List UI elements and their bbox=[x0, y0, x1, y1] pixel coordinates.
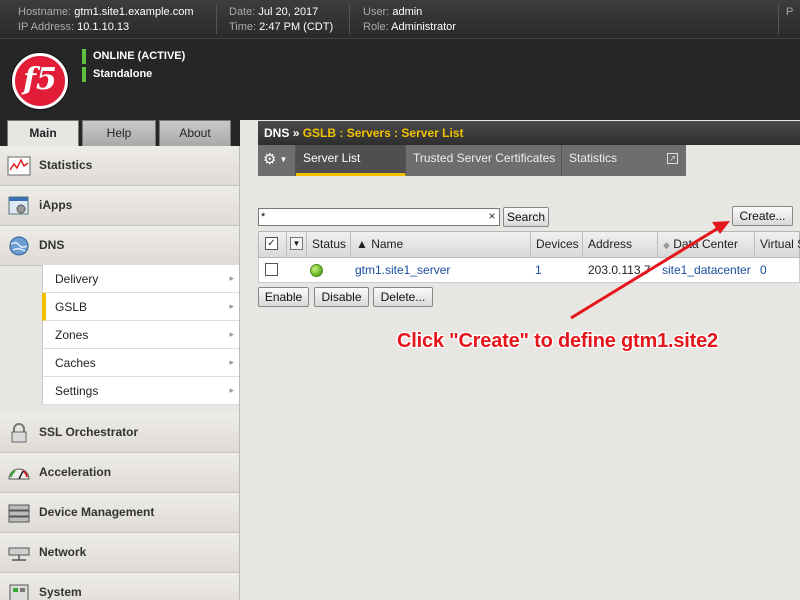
tab-statistics[interactable]: Statistics ↗ bbox=[562, 145, 686, 176]
section-tabs: ⚙ ▼ Server List Trusted Server Certificat… bbox=[258, 145, 686, 176]
nav-item-iapps[interactable]: iApps bbox=[0, 186, 239, 226]
sidebar-item-gslb[interactable]: GSLB ▸ bbox=[42, 293, 239, 321]
status-available-icon bbox=[310, 264, 323, 277]
column-virtual-servers[interactable]: Virtual S bbox=[755, 232, 800, 257]
system-icon bbox=[9, 584, 29, 600]
nav-item-acceleration[interactable]: Acceleration bbox=[0, 453, 239, 493]
divider bbox=[778, 4, 779, 34]
column-name[interactable]: ▲ Name bbox=[351, 232, 531, 257]
select-all-checkbox[interactable]: ✓ bbox=[265, 237, 278, 250]
device-status: ONLINE (ACTIVE) bbox=[82, 49, 185, 64]
date-value: Jul 20, 2017 bbox=[258, 6, 319, 18]
main-navigation: Statistics iApps DNS Delivery ▸ GSLB ▸ Zon… bbox=[0, 146, 240, 600]
select-all-cell: ✓ bbox=[259, 232, 287, 257]
lock-icon bbox=[11, 423, 27, 443]
iapps-icon bbox=[8, 196, 29, 215]
ip-address-value: 10.1.10.13 bbox=[77, 21, 130, 33]
virtual-servers-link[interactable]: 0 bbox=[760, 258, 800, 282]
nav-item-ssl-orchestrator[interactable]: SSL Orchestrator bbox=[0, 413, 239, 453]
user-info: User: admin Role: Administrator bbox=[363, 6, 456, 33]
device-mode: Standalone bbox=[82, 67, 152, 82]
tab-trusted-server-certificates[interactable]: Trusted Server Certificates bbox=[406, 145, 562, 176]
column-data-center[interactable]: ◆ Data Center bbox=[658, 232, 755, 257]
chevron-down-icon: ▼ bbox=[279, 155, 288, 165]
enable-button[interactable]: Enable bbox=[258, 287, 309, 307]
role-value: Administrator bbox=[391, 21, 456, 33]
clear-search-icon[interactable]: × bbox=[486, 209, 498, 223]
gear-icon[interactable]: ⚙ ▼ bbox=[258, 145, 296, 176]
f5-logo: f5 bbox=[12, 53, 68, 109]
annotation-text: Click "Create" to define gtm1.site2 bbox=[397, 330, 718, 352]
chevron-right-icon: ▸ bbox=[229, 357, 234, 367]
chevron-down-icon[interactable]: ▼ bbox=[290, 237, 303, 250]
tab-server-list[interactable]: Server List bbox=[296, 145, 406, 176]
sidebar-item-caches[interactable]: Caches ▸ bbox=[42, 349, 239, 377]
device-icon bbox=[8, 504, 30, 523]
data-center-link[interactable]: site1_datacenter bbox=[662, 258, 755, 282]
row-checkbox[interactable] bbox=[265, 263, 278, 276]
column-address[interactable]: Address bbox=[583, 232, 658, 257]
dns-globe-icon bbox=[9, 236, 29, 256]
system-info-bar: Hostname: gtm1.site1.example.com IP Addr… bbox=[0, 0, 800, 38]
chevron-right-icon: ▸ bbox=[229, 329, 234, 339]
address-value: 203.0.113.7 bbox=[588, 263, 651, 277]
statistics-icon bbox=[7, 156, 31, 176]
external-link-icon: ↗ bbox=[667, 153, 678, 164]
nav-item-dns[interactable]: DNS bbox=[0, 226, 239, 266]
search-input[interactable] bbox=[258, 208, 500, 226]
sort-icon: ◆ bbox=[663, 240, 670, 250]
sidebar-item-settings[interactable]: Settings ▸ bbox=[42, 377, 239, 405]
devices-count-link[interactable]: 1 bbox=[535, 258, 581, 282]
column-menu-cell: ▼ bbox=[287, 232, 307, 257]
divider bbox=[216, 4, 217, 34]
brand-bar: f5 ONLINE (ACTIVE) Standalone bbox=[0, 38, 800, 120]
search-button[interactable]: Search bbox=[503, 207, 549, 227]
nav-item-network[interactable]: Network bbox=[0, 533, 239, 573]
chevron-right-icon: ▸ bbox=[229, 301, 234, 311]
datetime-info: Date: Jul 20, 2017 Time: 2:47 PM (CDT) bbox=[229, 6, 334, 33]
tab-main[interactable]: Main bbox=[7, 120, 79, 146]
chevron-right-icon: ▸ bbox=[229, 273, 234, 283]
tab-help[interactable]: Help bbox=[82, 120, 156, 146]
table-row: gtm1.site1_server 1 203.0.113.7 site1_da… bbox=[258, 258, 800, 283]
breadcrumb-path: GSLB : Servers : Server List bbox=[302, 126, 464, 140]
divider bbox=[349, 4, 350, 34]
speedometer-icon bbox=[8, 468, 30, 480]
table-header: ✓ ▼ Status ▲ Name Devices Address ◆ Data… bbox=[258, 231, 800, 258]
host-info: Hostname: gtm1.site1.example.com IP Addr… bbox=[18, 6, 194, 33]
column-devices[interactable]: Devices bbox=[531, 232, 583, 257]
sidebar-item-delivery[interactable]: Delivery ▸ bbox=[42, 265, 239, 293]
hostname-value: gtm1.site1.example.com bbox=[74, 6, 194, 18]
chevron-right-icon: ▸ bbox=[229, 385, 234, 395]
time-value: 2:47 PM (CDT) bbox=[259, 21, 334, 33]
create-button[interactable]: Create... bbox=[732, 206, 793, 226]
server-name-link[interactable]: gtm1.site1_server bbox=[355, 258, 531, 282]
column-status[interactable]: Status bbox=[307, 232, 351, 257]
panel-tabs: Main Help About bbox=[0, 120, 240, 146]
user-value: admin bbox=[392, 6, 423, 18]
breadcrumb-separator: » bbox=[292, 126, 300, 140]
nav-item-statistics[interactable]: Statistics bbox=[0, 146, 239, 186]
corner-mark: P bbox=[786, 6, 794, 18]
breadcrumb-root[interactable]: DNS bbox=[264, 126, 289, 140]
sidebar-item-zones[interactable]: Zones ▸ bbox=[42, 321, 239, 349]
disable-button[interactable]: Disable bbox=[314, 287, 369, 307]
network-icon bbox=[8, 547, 30, 561]
tab-about[interactable]: About bbox=[159, 120, 231, 146]
breadcrumb: DNS » GSLB : Servers : Server List bbox=[258, 121, 800, 145]
delete-button[interactable]: Delete... bbox=[373, 287, 433, 307]
nav-item-device-management[interactable]: Device Management bbox=[0, 493, 239, 533]
nav-item-system[interactable]: System bbox=[0, 573, 239, 600]
